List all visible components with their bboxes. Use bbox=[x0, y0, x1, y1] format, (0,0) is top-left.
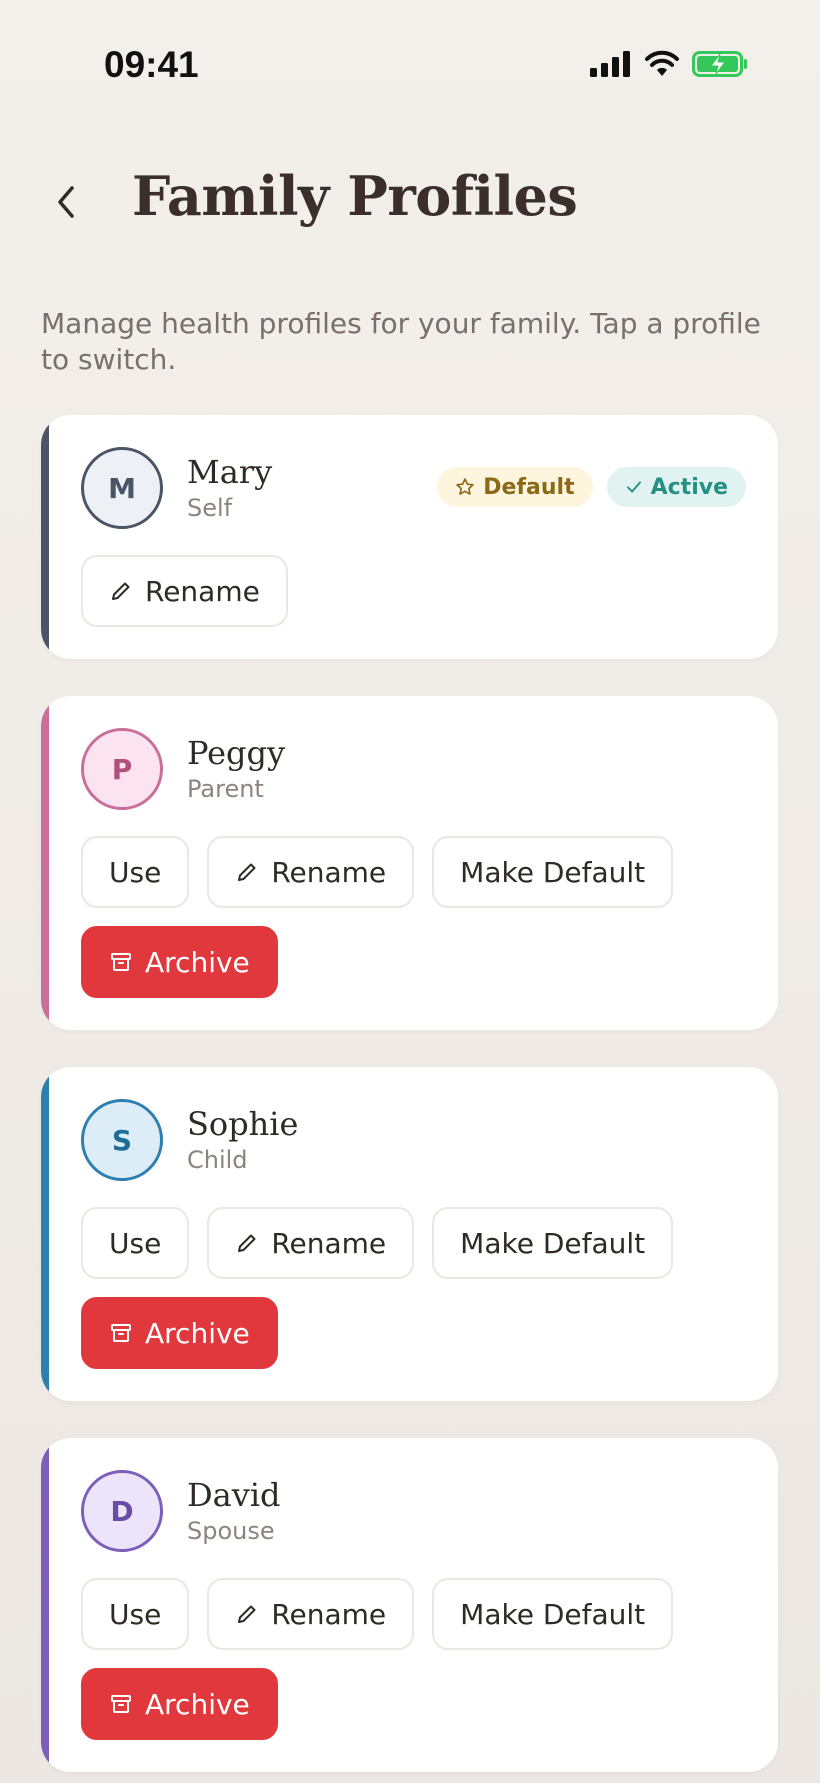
profile-name: Mary bbox=[187, 453, 273, 491]
avatar: S bbox=[81, 1099, 163, 1181]
rename-button-label: Rename bbox=[271, 855, 387, 889]
profile-name: David bbox=[187, 1476, 281, 1514]
rename-button-label: Rename bbox=[271, 1597, 387, 1631]
active-badge: Active bbox=[606, 467, 746, 507]
archive-button[interactable]: Archive bbox=[81, 1668, 278, 1740]
rename-button[interactable]: Rename bbox=[207, 1207, 415, 1279]
make-default-button[interactable]: Make Default bbox=[432, 1207, 674, 1279]
archive-button[interactable]: Archive bbox=[81, 926, 278, 998]
use-button[interactable]: Use bbox=[81, 836, 190, 908]
pencil-icon bbox=[238, 1234, 256, 1252]
archive-button[interactable]: Archive bbox=[81, 1297, 278, 1369]
default-badge-label: Default bbox=[483, 474, 575, 500]
signal-icon bbox=[590, 51, 630, 77]
check-icon bbox=[626, 481, 641, 493]
pencil-icon bbox=[238, 1605, 256, 1623]
active-badge-label: Active bbox=[650, 474, 728, 500]
profile-actions: Use Rename Make Default Archive bbox=[81, 1578, 746, 1740]
page-subtitle: Manage health profiles for your family. … bbox=[41, 307, 761, 376]
profile-card-mary[interactable]: M Mary Self Default Active Rename bbox=[41, 415, 778, 659]
archive-icon bbox=[111, 1324, 131, 1342]
rename-button[interactable]: Rename bbox=[81, 555, 288, 627]
status-time: 09:41 bbox=[104, 44, 199, 85]
make-default-button-label: Make Default bbox=[460, 855, 646, 889]
archive-button-label: Archive bbox=[145, 1316, 250, 1350]
avatar: P bbox=[81, 728, 163, 810]
default-badge: Default bbox=[437, 467, 593, 507]
rename-button-label: Rename bbox=[145, 574, 260, 608]
use-button-label: Use bbox=[109, 1226, 162, 1260]
profile-card-peggy[interactable]: P Peggy Parent Use Rename Make Default A… bbox=[41, 696, 778, 1030]
rename-button[interactable]: Rename bbox=[207, 836, 415, 908]
avatar: M bbox=[81, 447, 163, 529]
archive-icon bbox=[111, 1695, 131, 1713]
use-button-label: Use bbox=[109, 855, 162, 889]
profile-card-sophie[interactable]: S Sophie Child Use Rename Make Default A… bbox=[41, 1067, 778, 1401]
profile-role: Self bbox=[187, 494, 233, 522]
pencil-icon bbox=[238, 863, 256, 881]
profile-card-david[interactable]: D David Spouse Use Rename Make Default A… bbox=[41, 1438, 778, 1772]
use-button[interactable]: Use bbox=[81, 1207, 190, 1279]
profile-list: M Mary Self Default Active Rename P Pegg… bbox=[41, 415, 778, 1783]
archive-icon bbox=[111, 953, 131, 971]
make-default-button[interactable]: Make Default bbox=[432, 1578, 674, 1650]
use-button-label: Use bbox=[109, 1597, 162, 1631]
profile-actions: Use Rename Make Default Archive bbox=[81, 836, 746, 998]
pencil-icon bbox=[112, 582, 130, 600]
status-icons bbox=[590, 50, 748, 78]
use-button[interactable]: Use bbox=[81, 1578, 190, 1650]
profile-name: Peggy bbox=[187, 734, 286, 772]
profile-name: Sophie bbox=[187, 1105, 299, 1143]
avatar: D bbox=[81, 1470, 163, 1552]
archive-button-label: Archive bbox=[145, 945, 250, 979]
profile-actions: Use Rename Make Default Archive bbox=[81, 1207, 746, 1369]
make-default-button-label: Make Default bbox=[460, 1226, 646, 1260]
rename-button[interactable]: Rename bbox=[207, 1578, 415, 1650]
make-default-button-label: Make Default bbox=[460, 1597, 646, 1631]
wifi-icon bbox=[645, 50, 679, 76]
profile-role: Parent bbox=[187, 775, 264, 803]
header: Family Profiles bbox=[0, 160, 820, 250]
back-button[interactable] bbox=[44, 180, 88, 224]
page-title: Family Profiles bbox=[132, 164, 578, 228]
archive-button-label: Archive bbox=[145, 1687, 250, 1721]
profile-actions: Rename bbox=[81, 555, 746, 627]
rename-button-label: Rename bbox=[271, 1226, 387, 1260]
chevron-left-icon bbox=[58, 186, 74, 218]
profile-role: Spouse bbox=[187, 1517, 275, 1545]
status-bar: 09:41 bbox=[0, 0, 820, 135]
profile-badges: Default Active bbox=[437, 467, 746, 507]
make-default-button[interactable]: Make Default bbox=[432, 836, 674, 908]
battery-charging-icon bbox=[692, 51, 747, 77]
profile-role: Child bbox=[187, 1146, 248, 1174]
star-icon bbox=[456, 478, 475, 495]
